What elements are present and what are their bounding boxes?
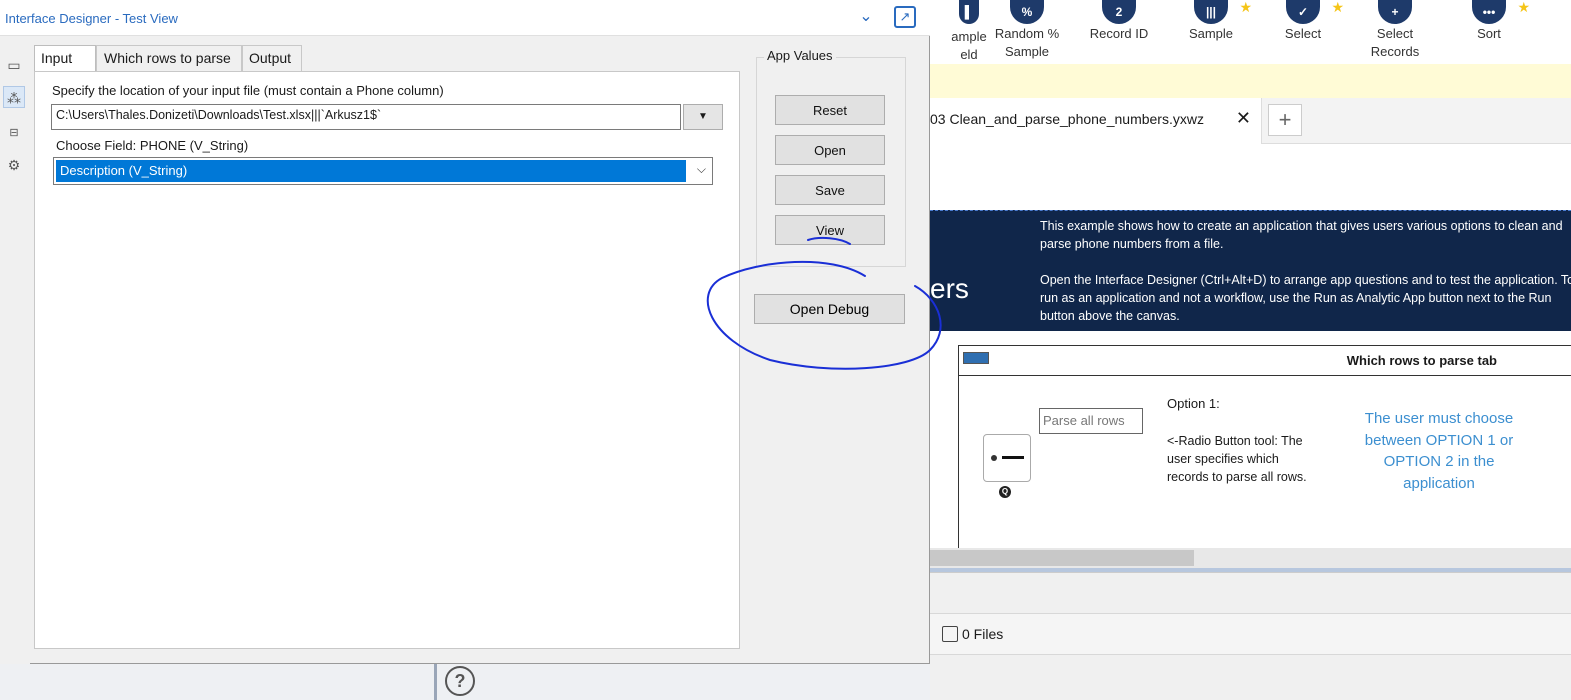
- banner-text: This example shows how to create an appl…: [1040, 217, 1571, 343]
- sort-icon: •••: [1472, 0, 1506, 24]
- open-button[interactable]: Open: [775, 135, 885, 165]
- workflow-tab-label: 03 Clean_and_parse_phone_numbers.yxwz: [930, 111, 1204, 127]
- tool-label: Select Records: [1370, 26, 1420, 59]
- chevron-down-icon[interactable]: ⌄: [856, 6, 876, 28]
- radio-button-tool-icon[interactable]: [983, 434, 1031, 482]
- tab-content-panel: Specify the location of your input file …: [34, 71, 740, 649]
- file-path-input[interactable]: C:\Users\Thales.Donizeti\Downloads\Test.…: [51, 104, 681, 130]
- input-location-label: Specify the location of your input file …: [52, 83, 444, 98]
- star-icon: ★: [1239, 0, 1252, 15]
- help-icon[interactable]: ?: [445, 666, 475, 696]
- add-tab-button[interactable]: +: [1268, 104, 1302, 136]
- scrollbar-thumb[interactable]: [930, 550, 1194, 566]
- save-button[interactable]: Save: [775, 175, 885, 205]
- radio-dot: [991, 455, 997, 461]
- parse-all-rows-radio[interactable]: Parse all rows: [1039, 408, 1143, 434]
- info-banner: ers This example shows how to create an …: [930, 210, 1571, 331]
- radio-bar: [1002, 456, 1024, 459]
- tool-label: Sample: [1188, 26, 1234, 41]
- tool-label: Random % Sample: [994, 26, 1060, 59]
- tool-label: Sort: [1477, 26, 1501, 41]
- chevron-down-icon[interactable]: ⌵: [697, 162, 706, 177]
- results-bar: 0 Files: [930, 613, 1571, 655]
- save-disk-icon: [942, 626, 958, 642]
- designer-titlebar: Interface Designer - Test View ⌄ ↗: [0, 0, 930, 36]
- tree-icon[interactable]: ⊟: [3, 122, 25, 144]
- star-icon: ★: [1331, 0, 1344, 15]
- banner-paragraph: Open the Interface Designer (Ctrl+Alt+D)…: [1040, 273, 1571, 323]
- popout-icon[interactable]: ↗: [894, 6, 916, 28]
- banner-heading: ers: [930, 273, 969, 304]
- canvas-area[interactable]: [930, 144, 1571, 210]
- horizontal-scrollbar[interactable]: [930, 548, 1571, 568]
- workflow-tab[interactable]: 03 Clean_and_parse_phone_numbers.yxwz ✕: [930, 98, 1262, 144]
- results-panel: 0 Files: [930, 572, 1571, 700]
- tab-box-title: Which rows to parse tab: [1346, 353, 1497, 368]
- option1-text: <-Radio Button tool: The user specifies …: [1167, 434, 1307, 484]
- tool-select-records[interactable]: + Select Records: [1350, 0, 1440, 59]
- open-debug-button[interactable]: Open Debug: [754, 294, 905, 324]
- designer-side-rail: ▭ ⁂ ⊟ ⚙: [0, 36, 30, 664]
- tab-container-box[interactable]: Which rows to parse tab Parse all rows Q…: [958, 345, 1571, 555]
- tool-sample[interactable]: ||| ★ Sample: [1166, 0, 1256, 41]
- interface-designer-window: Interface Designer - Test View ⌄ ↗ ▭ ⁂ ⊟…: [0, 0, 930, 664]
- star-icon: ★: [1517, 0, 1530, 15]
- tab-input[interactable]: Input: [34, 45, 96, 73]
- banner-paragraph: This example shows how to create an appl…: [1040, 219, 1563, 251]
- canvas-area[interactable]: Which rows to parse tab Parse all rows Q…: [930, 331, 1571, 571]
- layout-icon[interactable]: ▭: [3, 54, 25, 76]
- tool-sort[interactable]: ••• ★ Sort: [1444, 0, 1534, 41]
- close-icon[interactable]: ✕: [1236, 108, 1251, 129]
- option1-title: Option 1:: [1167, 396, 1220, 411]
- magic-wand-icon[interactable]: ⁂: [3, 86, 25, 108]
- tab-tool-icon: [963, 352, 989, 364]
- choose-option-text: The user must choose between OPTION 1 or…: [1364, 410, 1514, 492]
- message-bar: [930, 64, 1571, 98]
- field-selected-value[interactable]: Description (V_String): [56, 160, 686, 182]
- question-icon: Q: [999, 486, 1011, 498]
- workflow-tabstrip: 03 Clean_and_parse_phone_numbers.yxwz ✕ …: [930, 98, 1571, 144]
- tool-label: Record ID: [1089, 26, 1149, 41]
- tool-palette: ▌ ample eld % Random % Sample 2 Record I…: [930, 0, 1571, 64]
- field-select[interactable]: Description (V_String) ⌵: [53, 157, 713, 185]
- view-button[interactable]: View: [775, 215, 885, 245]
- tab-box-header: Which rows to parse tab: [959, 346, 1571, 376]
- tool-record-id[interactable]: 2 Record ID: [1074, 0, 1164, 41]
- tool-random-sample[interactable]: % Random % Sample: [982, 0, 1072, 59]
- select-icon: ✓: [1286, 0, 1320, 24]
- window-title: Interface Designer - Test View: [5, 11, 178, 26]
- choose-field-label: Choose Field: PHONE (V_String): [56, 138, 249, 153]
- tool-select[interactable]: ✓ ★ Select: [1258, 0, 1348, 41]
- tab-output[interactable]: Output: [242, 45, 302, 71]
- reset-button[interactable]: Reset: [775, 95, 885, 125]
- dropdown-arrow-button[interactable]: ▼: [683, 104, 723, 130]
- sample-icon: |||: [1194, 0, 1228, 24]
- sample-field-icon: ▌: [959, 0, 979, 24]
- files-count: 0 Files: [942, 626, 1003, 642]
- tab-which-rows[interactable]: Which rows to parse: [96, 45, 242, 71]
- divider: [434, 664, 437, 700]
- record-id-icon: 2: [1102, 0, 1136, 24]
- select-records-icon: +: [1378, 0, 1412, 24]
- files-count-label: 0 Files: [962, 626, 1004, 642]
- random-sample-icon: %: [1010, 0, 1044, 24]
- app-values-label: App Values: [764, 48, 836, 63]
- tool-label: Select: [1284, 26, 1322, 41]
- gear-icon[interactable]: ⚙: [3, 154, 25, 176]
